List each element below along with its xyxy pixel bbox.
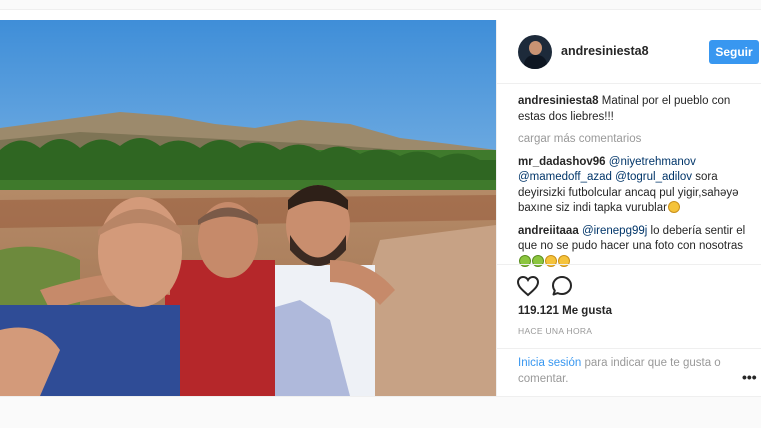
- comments-list: andresiniesta8 Matinal por el pueblo con…: [518, 94, 758, 277]
- follow-button[interactable]: Seguir: [709, 40, 759, 64]
- load-more-comments[interactable]: cargar más comentarios: [518, 132, 758, 148]
- comment-item: mr_dadashov96 @niyetrehmanov @mamedoff_a…: [518, 155, 758, 217]
- caption: andresiniesta8 Matinal por el pueblo con…: [518, 94, 758, 125]
- caption-username[interactable]: andresiniesta8: [518, 95, 599, 107]
- heart-icon[interactable]: [516, 275, 540, 297]
- mention-link[interactable]: @niyetrehmanov: [609, 156, 696, 168]
- comment-icon[interactable]: [551, 275, 573, 297]
- likes-count[interactable]: 119.121 Me gusta: [518, 305, 612, 317]
- comment-username[interactable]: andreiitaaa: [518, 225, 579, 237]
- post-card: andresiniesta8 Seguir andresiniesta8 Mat…: [0, 20, 761, 396]
- post-photo[interactable]: [0, 20, 496, 396]
- login-prompt: Inicia sesión para indicar que te gusta …: [497, 348, 761, 396]
- post-header: andresiniesta8 Seguir: [497, 20, 761, 84]
- avatar[interactable]: [518, 35, 552, 69]
- bottom-bar: [0, 396, 761, 428]
- avatar-body: [524, 55, 547, 69]
- more-options-icon[interactable]: •••: [742, 369, 757, 385]
- photo-scene: [0, 20, 496, 396]
- mention-link[interactable]: @togrul_adilov: [615, 171, 692, 183]
- login-link[interactable]: Inicia sesión: [518, 357, 581, 369]
- post-actions: 119.121 Me gusta HACE UNA HORA: [497, 264, 761, 348]
- top-bar: [0, 0, 761, 10]
- post-sidebar: andresiniesta8 Seguir andresiniesta8 Mat…: [496, 20, 761, 396]
- rolling-eyes-emoji-icon: [667, 201, 680, 213]
- comment-username[interactable]: mr_dadashov96: [518, 156, 606, 168]
- header-username[interactable]: andresiniesta8: [561, 44, 649, 58]
- post-timestamp[interactable]: HACE UNA HORA: [518, 326, 592, 336]
- mention-link[interactable]: @irenepg99j: [582, 225, 647, 237]
- mention-link[interactable]: @mamedoff_azad: [518, 171, 612, 183]
- login-text-block: Inicia sesión para indicar que te gusta …: [518, 356, 733, 387]
- avatar-head: [529, 41, 542, 55]
